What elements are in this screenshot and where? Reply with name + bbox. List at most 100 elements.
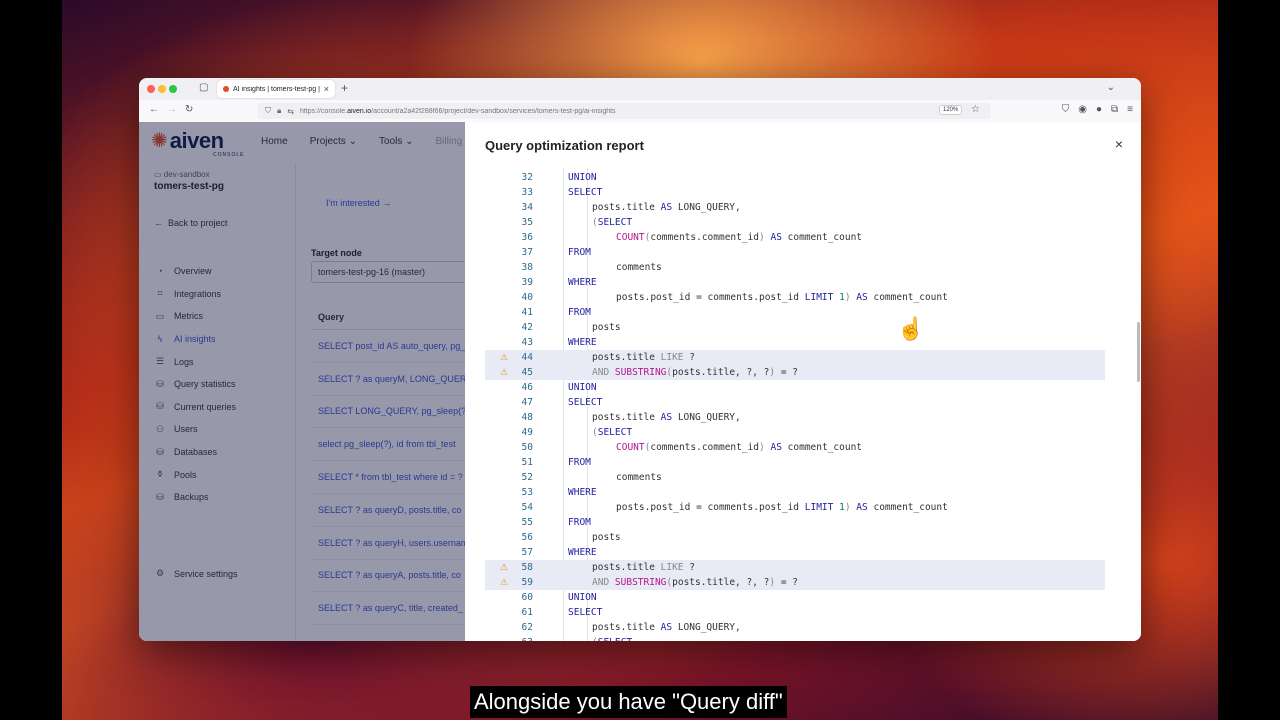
line-number: 58 [521,562,533,573]
tab-list-chevron-icon[interactable]: ⌄ [1107,82,1115,93]
back-arrow-icon[interactable]: ← [149,104,159,115]
nav-bar: ← → ↻ ⛉ 🔒︎ ⇆ https://console.aiven.io/ac… [139,100,1141,123]
code-text: posts.post_id = comments.post_id LIMIT 1… [616,502,948,513]
zoom-level-badge[interactable]: 120% [939,105,963,115]
code-text: posts [592,532,621,543]
close-drawer-button[interactable]: × [1115,136,1123,152]
line-number: 39 [521,277,533,288]
code-line: ⚠ 45 AND SUBSTRING(posts.title, ?, ?) = ? [485,365,1105,380]
aiven-favicon-icon [223,86,229,92]
code-line: ⚠ 44 posts.title LIKE ? [485,350,1105,365]
tab-overview-icon[interactable]: ▢ [199,82,208,93]
code-line: 62 posts.title AS LONG_QUERY, [485,620,1105,635]
forward-arrow-icon[interactable]: → [167,104,177,115]
line-number: 60 [521,592,533,603]
line-number: 63 [513,635,533,641]
code-text: AND SUBSTRING(posts.title, ?, ?) = ? [592,367,798,378]
warning-icon[interactable]: ⚠ [500,575,510,590]
code-line: 54 posts.post_id = comments.post_id LIMIT… [485,500,1105,515]
maximize-window-button[interactable] [169,85,177,93]
code-text: posts.title AS LONG_QUERY, [592,412,741,423]
code-text: SELECT [568,187,603,198]
menu-hamburger-icon[interactable]: ≡ [1127,104,1133,115]
extensions-puzzle-icon[interactable]: ⧉ [1111,104,1118,115]
lock-icon: 🔒︎ [277,106,282,115]
browser-toolbar: ⛉ ◉ ● ⧉ ≡ [1062,104,1133,115]
reload-icon[interactable]: ↻ [185,104,193,115]
modal-backdrop[interactable] [139,122,465,641]
code-text: (SELECT [592,635,632,641]
pocket-icon[interactable]: ⛉ [1062,104,1070,115]
code-text: posts.title LIKE ? [592,562,695,573]
code-text: WHERE [568,277,597,288]
line-number: 38 [521,262,533,273]
new-tab-button[interactable]: + [341,81,348,95]
warning-icon[interactable]: ⚠ [500,350,510,365]
code-text: WHERE [568,547,597,558]
code-line: 42 posts [485,320,1105,335]
close-tab-icon[interactable]: × [324,84,329,94]
line-number: 49 [521,427,533,438]
code-line: 51 FROM [485,455,1105,470]
code-line: 41 FROM [485,305,1105,320]
line-number: 44 [521,352,533,363]
line-number: 48 [521,412,533,423]
line-number: 52 [521,472,533,483]
code-line: 35 (SELECT [485,215,1105,230]
code-text: FROM [568,517,591,528]
address-bar[interactable]: ⛉ 🔒︎ ⇆ https://console.aiven.io/account/… [257,103,991,119]
code-line: 34 posts.title AS LONG_QUERY, [485,200,1105,215]
code-text: SELECT [568,397,603,408]
page-content: ✺ aiven CONSOLE Home Projects ⌄ Tools ⌄ … [139,122,1141,641]
code-text: posts.title AS LONG_QUERY, [592,622,741,633]
video-caption: Alongside you have "Query diff" [470,686,787,718]
line-number: 45 [521,367,533,378]
code-text: UNION [568,172,597,183]
code-text: UNION [568,592,597,603]
bookmark-star-icon[interactable]: ☆ [971,104,980,115]
browser-tab-active[interactable]: AI insights | tomers-test-pg | Ai × [217,80,335,98]
account-icon[interactable]: ◉ [1078,104,1087,115]
line-number: 51 [521,457,533,468]
line-number: 62 [521,622,533,633]
line-number: 41 [521,307,533,318]
code-text: (SELECT [592,427,633,438]
code-line: 56 posts [485,530,1105,545]
code-text: (SELECT [592,217,633,228]
code-line: ⚠ 59 AND SUBSTRING(posts.title, ?, ?) = ? [485,575,1105,590]
line-number: 59 [521,577,533,588]
line-number: 47 [521,397,533,408]
code-text: posts.post_id = comments.post_id LIMIT 1… [616,292,948,303]
query-optimization-drawer: Query optimization report × 32 UNION 33 SEL… [465,122,1141,641]
code-text: SELECT [568,607,603,618]
code-view[interactable]: 32 UNION 33 SELECT 34 posts.title AS LONG_QUE… [485,168,1105,641]
code-text: posts.title LIKE ? [592,352,695,363]
minimize-window-button[interactable] [158,85,166,93]
code-text: posts [592,322,621,333]
line-number: 54 [521,502,533,513]
code-text: COUNT(comments.comment_id) AS comment_co… [616,232,863,243]
line-number: 35 [521,217,533,228]
warning-icon[interactable]: ⚠ [500,365,510,380]
line-number: 42 [521,322,533,333]
line-number: 61 [521,607,533,618]
warning-icon[interactable]: ⚠ [500,560,510,575]
line-number: 50 [521,442,533,453]
line-number: 40 [521,292,533,303]
code-text: AND SUBSTRING(posts.title, ?, ?) = ? [592,577,798,588]
close-window-button[interactable] [147,85,155,93]
code-text: FROM [568,307,591,318]
code-line: 40 posts.post_id = comments.post_id LIMIT… [485,290,1105,305]
code-scrollbar[interactable] [1137,322,1140,382]
line-number: 46 [521,382,533,393]
code-line: 43 WHERE [485,335,1105,350]
code-line: 47 SELECT [485,395,1105,410]
code-text: WHERE [568,337,597,348]
code-text: comments [616,472,662,483]
tab-title: AI insights | tomers-test-pg | Ai [233,85,321,93]
line-number: 55 [521,517,533,528]
line-number: 56 [521,532,533,543]
code-line: 33 SELECT [485,185,1105,200]
extension-badge-icon[interactable]: ● [1096,104,1102,115]
line-number: 53 [521,487,533,498]
